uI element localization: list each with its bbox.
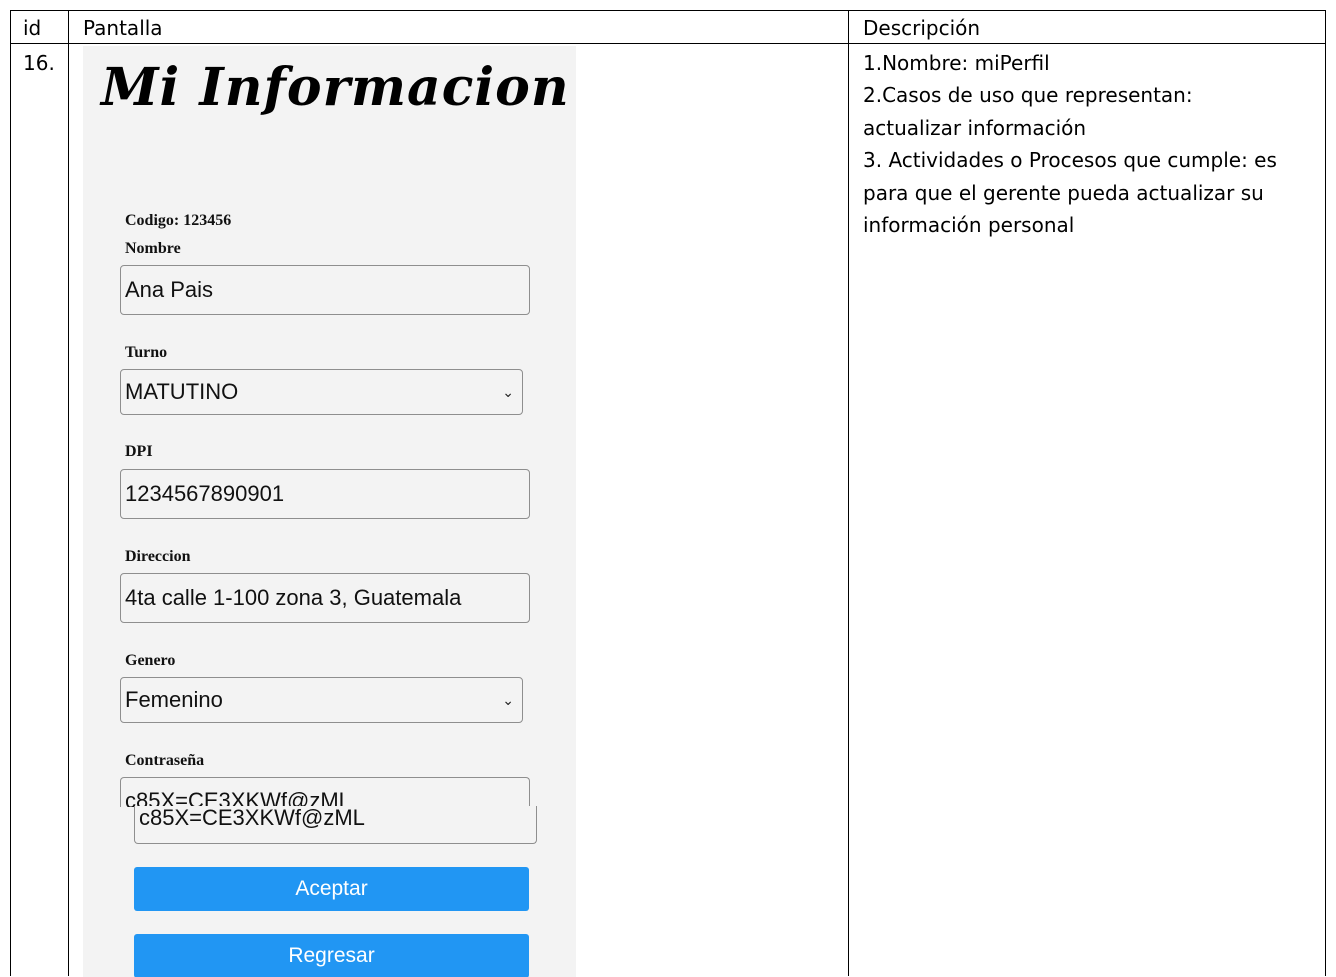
description-line: 2.Casos de uso que representan: xyxy=(863,83,1193,107)
chevron-down-icon: ⌄ xyxy=(502,692,514,708)
dpi-input[interactable]: 1234567890901 xyxy=(120,469,530,519)
column-divider xyxy=(848,11,849,976)
column-divider xyxy=(68,11,69,976)
turno-value: MATUTINO xyxy=(125,379,239,404)
header-descripcion: Descripción xyxy=(863,16,981,40)
codigo-text: Codigo: 123456 xyxy=(125,212,232,229)
contrasena-label: Contraseña xyxy=(125,752,205,769)
regresar-button[interactable]: Regresar xyxy=(134,934,529,977)
direccion-input[interactable]: 4ta calle 1-100 zona 3, Guatemala xyxy=(120,573,530,623)
contrasena-input-clipped[interactable]: c85X=CE3XKWf@zML xyxy=(120,777,530,807)
row-id: 16. xyxy=(23,51,55,75)
genero-label: Genero xyxy=(125,652,176,669)
description-line: 1.Nombre: miPerfil xyxy=(863,51,1050,75)
nombre-input[interactable]: Ana Pais xyxy=(120,265,530,315)
genero-select[interactable]: Femenino ⌄ xyxy=(120,677,523,723)
header-id: id xyxy=(23,16,42,40)
description-line: 3. Actividades o Procesos que cumple: es xyxy=(863,148,1277,172)
chevron-down-icon: ⌄ xyxy=(502,384,514,400)
aceptar-button[interactable]: Aceptar xyxy=(134,867,529,911)
profile-screenshot: Mi Informacion Codigo: 123456 Nombre Ana… xyxy=(83,46,576,977)
description-line: información personal xyxy=(863,213,1075,237)
document-table: id Pantalla Descripción 16. 1.Nombre: mi… xyxy=(10,10,1326,977)
page-title: Mi Informacion xyxy=(101,57,570,118)
description-line: actualizar información xyxy=(863,116,1087,140)
turno-select[interactable]: MATUTINO ⌄ xyxy=(120,369,523,415)
header-pantalla: Pantalla xyxy=(83,16,163,40)
contrasena-input[interactable]: c85X=CE3XKWf@zML xyxy=(134,806,537,844)
nombre-label: Nombre xyxy=(125,240,181,257)
dpi-label: DPI xyxy=(125,443,153,460)
header-divider xyxy=(11,43,1325,44)
turno-label: Turno xyxy=(125,344,168,361)
direccion-label: Direccion xyxy=(125,548,191,565)
genero-value: Femenino xyxy=(125,687,223,712)
description-line: para que el gerente pueda actualizar su xyxy=(863,181,1264,205)
